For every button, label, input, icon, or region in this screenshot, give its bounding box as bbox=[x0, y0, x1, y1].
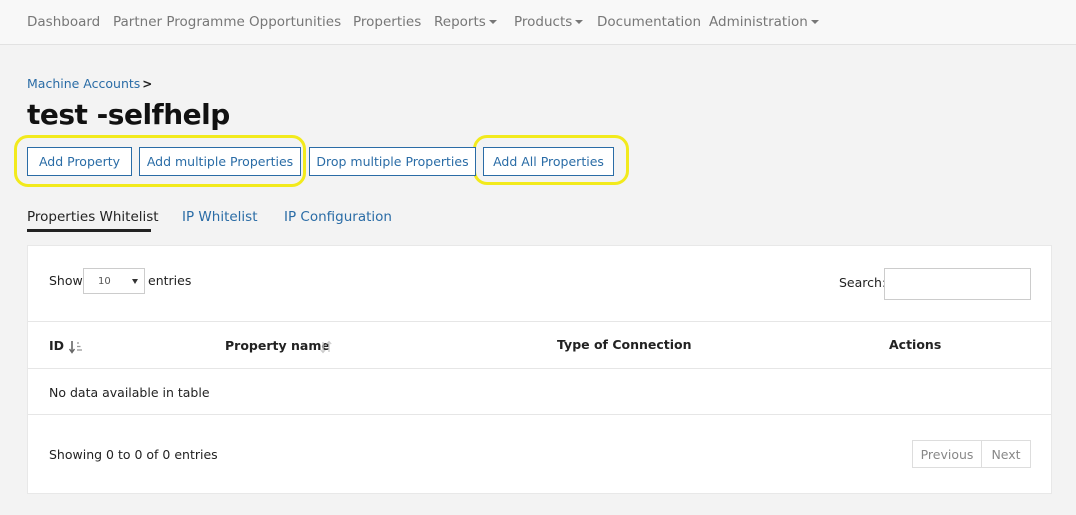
divider bbox=[28, 321, 1051, 322]
drop-multiple-properties-button[interactable]: Drop multiple Properties bbox=[309, 147, 476, 176]
column-header-type-of-connection: Type of Connection bbox=[557, 337, 692, 352]
nav-products[interactable]: Products bbox=[514, 14, 584, 30]
nav-documentation[interactable]: Documentation bbox=[597, 14, 701, 30]
nav-products-label: Products bbox=[514, 14, 573, 30]
breadcrumb-separator: > bbox=[142, 77, 153, 91]
breadcrumb: Machine Accounts > bbox=[27, 76, 152, 91]
add-all-properties-button[interactable]: Add All Properties bbox=[483, 147, 614, 176]
add-property-button[interactable]: Add Property bbox=[27, 147, 132, 176]
entries-per-page-value: 10 bbox=[98, 276, 111, 287]
active-tab-indicator bbox=[27, 229, 151, 232]
nav-dashboard[interactable]: Dashboard bbox=[27, 14, 100, 30]
breadcrumb-machine-accounts[interactable]: Machine Accounts bbox=[27, 76, 140, 91]
nav-properties[interactable]: Properties bbox=[353, 14, 421, 30]
dropdown-arrow-icon bbox=[132, 279, 138, 284]
search-input[interactable] bbox=[884, 268, 1031, 300]
divider bbox=[28, 414, 1051, 415]
nav-partner-programme[interactable]: Partner Programme bbox=[113, 14, 245, 30]
nav-opportunities[interactable]: Opportunities bbox=[249, 14, 341, 30]
entries-per-page-select[interactable]: 10 bbox=[83, 268, 145, 294]
sort-ascending-icon[interactable] bbox=[69, 340, 83, 354]
add-multiple-properties-button[interactable]: Add multiple Properties bbox=[139, 147, 301, 176]
nav-administration[interactable]: Administration bbox=[709, 14, 819, 30]
nav-reports-label: Reports bbox=[434, 14, 486, 30]
tab-ip-configuration[interactable]: IP Configuration bbox=[284, 209, 392, 225]
table-info: Showing 0 to 0 of 0 entries bbox=[49, 447, 218, 462]
column-header-actions: Actions bbox=[889, 337, 942, 352]
tab-properties-whitelist[interactable]: Properties Whitelist bbox=[27, 209, 159, 225]
chevron-down-icon bbox=[575, 20, 584, 24]
nav-administration-label: Administration bbox=[709, 14, 808, 30]
pagination-next-button[interactable]: Next bbox=[981, 440, 1031, 468]
entries-label: entries bbox=[148, 273, 192, 288]
tab-ip-whitelist[interactable]: IP Whitelist bbox=[182, 209, 258, 225]
chevron-down-icon bbox=[488, 20, 497, 24]
show-label: Show bbox=[49, 273, 83, 288]
top-navbar: Dashboard Partner Programme Opportunitie… bbox=[0, 0, 1076, 45]
search-label: Search: bbox=[839, 275, 887, 290]
column-header-property-name[interactable]: Property name bbox=[225, 338, 330, 353]
chevron-down-icon bbox=[810, 20, 819, 24]
page-title: test -selfhelp bbox=[27, 98, 230, 131]
column-header-id[interactable]: ID bbox=[49, 338, 64, 353]
divider bbox=[28, 368, 1051, 369]
pagination-previous-button[interactable]: Previous bbox=[912, 440, 982, 468]
empty-table-message: No data available in table bbox=[49, 385, 210, 400]
nav-reports[interactable]: Reports bbox=[434, 14, 497, 30]
sort-both-icon[interactable] bbox=[319, 340, 333, 354]
